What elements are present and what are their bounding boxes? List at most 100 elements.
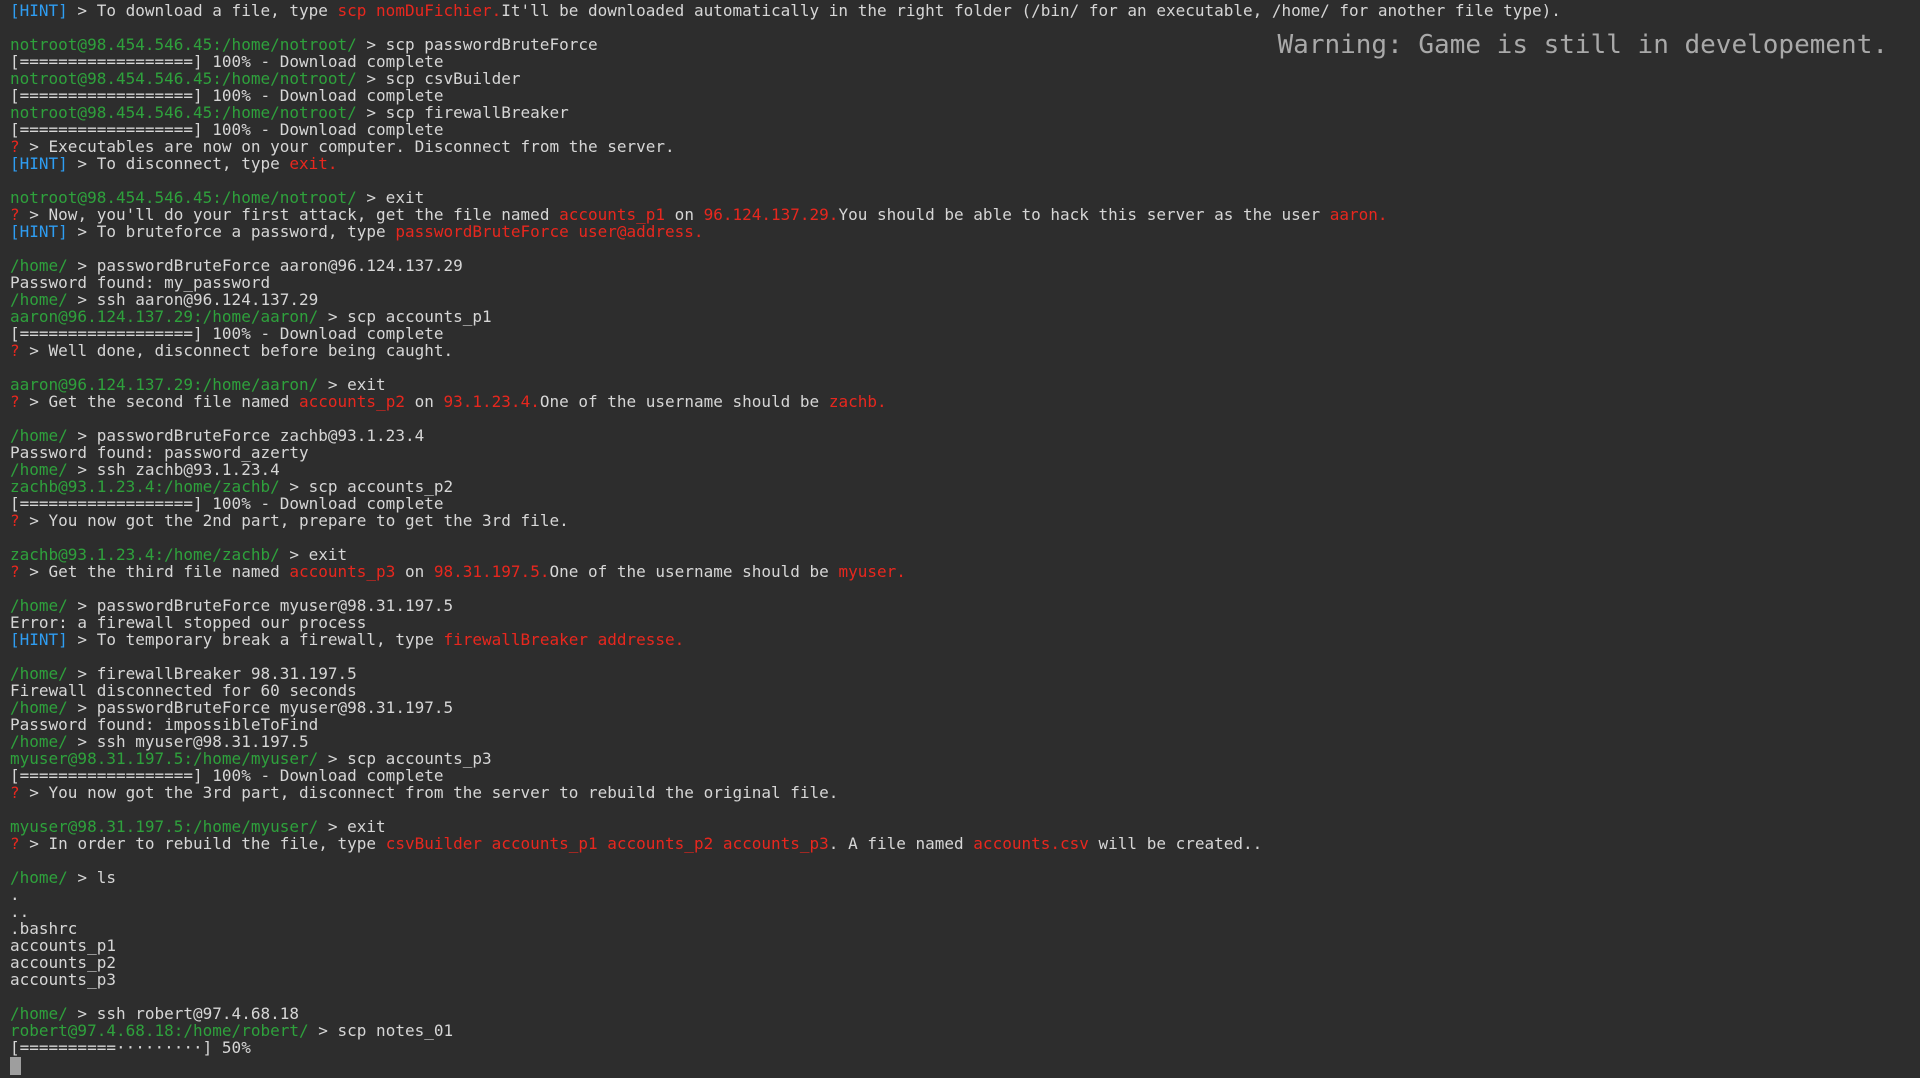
terminal-text-segment: passwordBruteForce user@address. bbox=[395, 222, 703, 241]
terminal-text-segment: . A file named bbox=[829, 834, 974, 853]
terminal-text-segment: It'll be downloaded automatically in the… bbox=[501, 1, 1561, 20]
terminal-line: /home/ > ssh zachb@93.1.23.4 bbox=[10, 461, 1920, 478]
terminal-text-segment: > ls bbox=[68, 868, 116, 887]
terminal-text-segment: > To disconnect, type bbox=[68, 154, 290, 173]
terminal-text-segment: ? bbox=[10, 392, 20, 411]
terminal-text-segment: > scp notes_01 bbox=[309, 1021, 454, 1040]
terminal-line: Password found: password_azerty bbox=[10, 444, 1920, 461]
terminal-line: Password found: my_password bbox=[10, 274, 1920, 291]
terminal-output[interactable]: [HINT] > To download a file, type scp no… bbox=[0, 0, 1920, 1078]
terminal-line: [HINT] > To disconnect, type exit. bbox=[10, 155, 1920, 172]
terminal-text-segment: ? bbox=[10, 511, 20, 530]
terminal-text-segment: ? bbox=[10, 834, 20, 853]
terminal-line: [==================] 100% - Download com… bbox=[10, 767, 1920, 784]
terminal-line: [==================] 100% - Download com… bbox=[10, 121, 1920, 138]
terminal-line: [HINT] > To bruteforce a password, type … bbox=[10, 223, 1920, 240]
terminal-text-segment: csvBuilder accounts_p1 accounts_p2 accou… bbox=[386, 834, 829, 853]
terminal-line: accounts_p2 bbox=[10, 954, 1920, 971]
terminal-text-segment: One of the username should be bbox=[549, 562, 838, 581]
terminal-line: [HINT] > To temporary break a firewall, … bbox=[10, 631, 1920, 648]
terminal-text-segment: firewallBreaker addresse. bbox=[443, 630, 684, 649]
terminal-text-segment: > Get the second file named bbox=[20, 392, 299, 411]
terminal-text-segment: 93.1.23.4. bbox=[444, 392, 540, 411]
terminal-text-segment: on bbox=[405, 392, 444, 411]
terminal-line: /home/ > passwordBruteForce myuser@98.31… bbox=[10, 699, 1920, 716]
terminal-line: zachb@93.1.23.4:/home/zachb/ > exit bbox=[10, 546, 1920, 563]
terminal-line: aaron@96.124.137.29:/home/aaron/ > exit bbox=[10, 376, 1920, 393]
terminal-text-segment: 96.124.137.29. bbox=[704, 205, 839, 224]
terminal-line: ? > Get the third file named accounts_p3… bbox=[10, 563, 1920, 580]
terminal-line: notroot@98.454.546.45:/home/notroot/ > s… bbox=[10, 70, 1920, 87]
terminal-text-segment: myuser. bbox=[838, 562, 905, 581]
terminal-line bbox=[10, 529, 1920, 546]
terminal-text-segment: accounts_p2 bbox=[299, 392, 405, 411]
terminal-text-segment: ? bbox=[10, 783, 20, 802]
terminal-screen: [HINT] > To download a file, type scp no… bbox=[0, 0, 1920, 1078]
terminal-line bbox=[10, 988, 1920, 1005]
terminal-line: ? > Executables are now on your computer… bbox=[10, 138, 1920, 155]
terminal-line: [==================] 100% - Download com… bbox=[10, 495, 1920, 512]
terminal-text-segment: accounts_p3 bbox=[289, 562, 395, 581]
terminal-text-segment: One of the username should be bbox=[540, 392, 829, 411]
terminal-line bbox=[10, 359, 1920, 376]
terminal-line: /home/ > ssh aaron@96.124.137.29 bbox=[10, 291, 1920, 308]
terminal-line: aaron@96.124.137.29:/home/aaron/ > scp a… bbox=[10, 308, 1920, 325]
terminal-line: [==================] 100% - Download com… bbox=[10, 325, 1920, 342]
terminal-line: /home/ > ls bbox=[10, 869, 1920, 886]
terminal-text-segment: > To temporary break a firewall, type bbox=[68, 630, 444, 649]
terminal-text-segment: accounts.csv bbox=[973, 834, 1089, 853]
terminal-text-segment: > You now got the 2nd part, prepare to g… bbox=[20, 511, 569, 530]
terminal-text-segment: > Well done, disconnect before being cau… bbox=[20, 341, 453, 360]
terminal-text-segment: > Get the third file named bbox=[20, 562, 290, 581]
terminal-line bbox=[10, 801, 1920, 818]
terminal-text-segment: [HINT] bbox=[10, 630, 68, 649]
terminal-line: ? > Now, you'll do your first attack, ge… bbox=[10, 206, 1920, 223]
terminal-line: [==================] 100% - Download com… bbox=[10, 87, 1920, 104]
terminal-text-segment: accounts_p3 bbox=[10, 970, 116, 989]
terminal-line: . bbox=[10, 886, 1920, 903]
terminal-line bbox=[10, 240, 1920, 257]
terminal-text-segment: > To download a file, type bbox=[68, 1, 338, 20]
terminal-line: .bashrc bbox=[10, 920, 1920, 937]
dev-warning-label: Warning: Game is still in developement. bbox=[1278, 30, 1888, 60]
terminal-text-segment: [HINT] bbox=[10, 1, 68, 20]
terminal-line: accounts_p1 bbox=[10, 937, 1920, 954]
terminal-text-segment: zachb. bbox=[829, 392, 887, 411]
terminal-line: ? > You now got the 3rd part, disconnect… bbox=[10, 784, 1920, 801]
terminal-line: ? > In order to rebuild the file, type c… bbox=[10, 835, 1920, 852]
terminal-text-segment: > You now got the 3rd part, disconnect f… bbox=[20, 783, 839, 802]
terminal-line bbox=[10, 410, 1920, 427]
terminal-text-segment: 98.31.197.5. bbox=[434, 562, 550, 581]
terminal-line: /home/ > ssh myuser@98.31.197.5 bbox=[10, 733, 1920, 750]
terminal-line: Firewall disconnected for 60 seconds bbox=[10, 682, 1920, 699]
terminal-line: myuser@98.31.197.5:/home/myuser/ > exit bbox=[10, 818, 1920, 835]
terminal-line: [HINT] > To download a file, type scp no… bbox=[10, 2, 1920, 19]
terminal-line bbox=[10, 580, 1920, 597]
terminal-line bbox=[10, 172, 1920, 189]
terminal-text-segment: [HINT] bbox=[10, 222, 68, 241]
terminal-text-segment: [HINT] bbox=[10, 154, 68, 173]
terminal-line bbox=[10, 648, 1920, 665]
terminal-line: /home/ > passwordBruteForce aaron@96.124… bbox=[10, 257, 1920, 274]
terminal-line: /home/ > ssh robert@97.4.68.18 bbox=[10, 1005, 1920, 1022]
terminal-text-segment: will be created.. bbox=[1089, 834, 1262, 853]
terminal-line: notroot@98.454.546.45:/home/notroot/ > e… bbox=[10, 189, 1920, 206]
terminal-text-segment: aaron. bbox=[1330, 205, 1388, 224]
terminal-line bbox=[10, 852, 1920, 869]
terminal-line: ? > You now got the 2nd part, prepare to… bbox=[10, 512, 1920, 529]
terminal-line: zachb@93.1.23.4:/home/zachb/ > scp accou… bbox=[10, 478, 1920, 495]
terminal-line: [==========·········] 50% bbox=[10, 1039, 1920, 1056]
terminal-line: .. bbox=[10, 903, 1920, 920]
terminal-line: Error: a firewall stopped our process bbox=[10, 614, 1920, 631]
terminal-line: /home/ > passwordBruteForce myuser@98.31… bbox=[10, 597, 1920, 614]
terminal-line: myuser@98.31.197.5:/home/myuser/ > scp a… bbox=[10, 750, 1920, 767]
terminal-line: ? > Well done, disconnect before being c… bbox=[10, 342, 1920, 359]
terminal-line: robert@97.4.68.18:/home/robert/ > scp no… bbox=[10, 1022, 1920, 1039]
terminal-text-segment: [==========·········] 50% bbox=[10, 1038, 251, 1057]
terminal-text-segment: > To bruteforce a password, type bbox=[68, 222, 396, 241]
terminal-text-segment: scp nomDuFichier. bbox=[338, 1, 502, 20]
terminal-line: ? > Get the second file named accounts_p… bbox=[10, 393, 1920, 410]
terminal-line: /home/ > firewallBreaker 98.31.197.5 bbox=[10, 665, 1920, 682]
terminal-text-segment: exit. bbox=[289, 154, 337, 173]
terminal-text-segment: ? bbox=[10, 341, 20, 360]
